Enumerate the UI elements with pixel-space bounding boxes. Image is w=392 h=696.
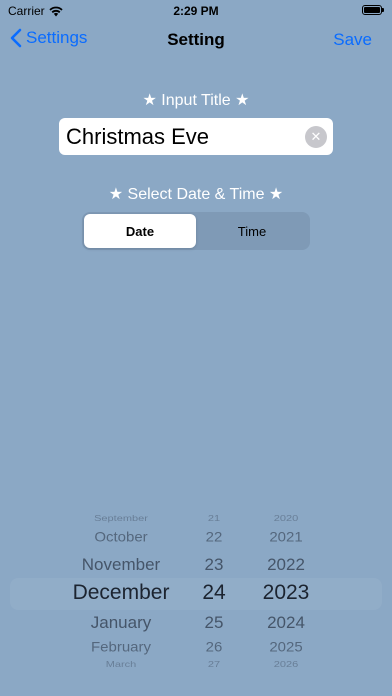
segment-time[interactable]: Time xyxy=(196,214,308,248)
clear-text-button[interactable]: ✕ xyxy=(305,125,327,148)
day-wheel[interactable]: 21 22 23 24 25 26 27 xyxy=(193,505,235,675)
month-option[interactable]: February xyxy=(50,640,192,655)
year-option[interactable]: 2022 xyxy=(254,555,318,574)
day-option[interactable]: 22 xyxy=(193,530,235,545)
day-option[interactable]: 26 xyxy=(193,640,235,655)
month-option[interactable]: November xyxy=(50,555,192,574)
year-wheel[interactable]: 2020 2021 2022 2023 2024 2025 2026 xyxy=(254,505,318,675)
year-option[interactable]: 2026 xyxy=(254,661,318,670)
battery-icon xyxy=(362,5,384,15)
month-option[interactable]: January xyxy=(50,613,192,632)
navigation-bar: Settings Setting Save xyxy=(0,22,392,60)
year-option[interactable]: 2025 xyxy=(254,640,318,655)
month-wheel[interactable]: September October November December January F… xyxy=(50,505,192,675)
title-input[interactable] xyxy=(66,123,305,150)
year-option[interactable]: 2024 xyxy=(254,613,318,632)
year-option[interactable]: 2020 xyxy=(254,515,318,524)
year-option[interactable]: 2021 xyxy=(254,530,318,545)
select-date-time-label: ★ Select Date & Time ★ xyxy=(108,186,284,203)
date-time-segmented-control: Date Time xyxy=(82,212,310,250)
month-option[interactable]: March xyxy=(50,661,192,670)
month-option-selected[interactable]: December xyxy=(50,581,192,605)
input-title-label: ★ Input Title ★ xyxy=(142,92,250,109)
day-option[interactable]: 21 xyxy=(193,515,235,524)
day-option-selected[interactable]: 24 xyxy=(193,581,235,605)
date-picker[interactable]: September October November December January F… xyxy=(0,505,392,675)
day-option[interactable]: 25 xyxy=(193,613,235,632)
title-field: ✕ xyxy=(59,118,333,155)
segment-date[interactable]: Date xyxy=(84,214,196,248)
status-bar: Carrier 2:29 PM xyxy=(0,0,392,22)
month-option[interactable]: October xyxy=(50,530,192,545)
save-button[interactable]: Save xyxy=(333,30,372,50)
day-option[interactable]: 23 xyxy=(193,555,235,574)
month-option[interactable]: September xyxy=(50,515,192,524)
status-time: 2:29 PM xyxy=(173,4,219,18)
year-option-selected[interactable]: 2023 xyxy=(254,581,318,605)
day-option[interactable]: 27 xyxy=(193,661,235,670)
close-icon: ✕ xyxy=(310,128,322,144)
